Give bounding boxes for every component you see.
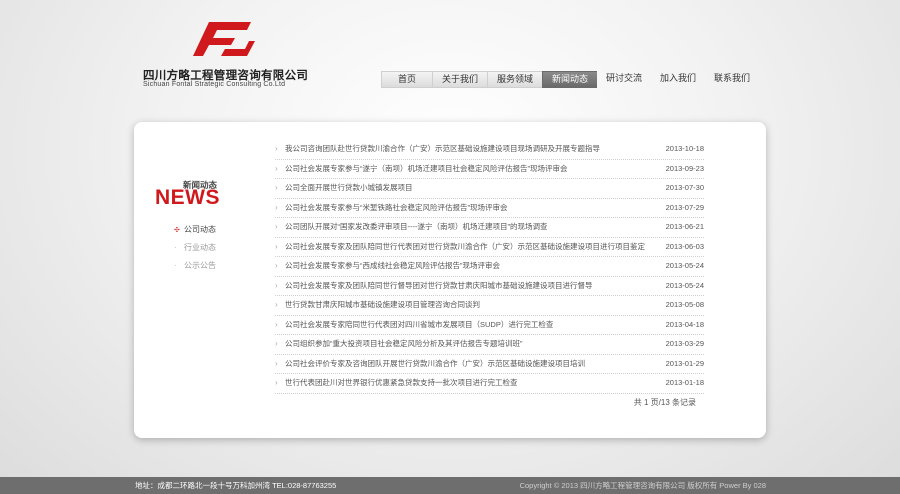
bullet-icon: · <box>174 261 177 270</box>
news-row[interactable]: › 我公司咨询团队赴世行贷款川渝合作（广安）示范区基础设施建设项目现场调研及开展专… <box>275 140 704 160</box>
news-row[interactable]: › 公司社会发展专家参与“米堑铁路社会稳定风险评估报告”现场评审会 2013-07-… <box>275 199 704 218</box>
news-date: 2013-05-24 <box>665 280 704 290</box>
bullet-icon: › <box>275 183 278 192</box>
bullet-icon: › <box>275 163 278 173</box>
bullet-icon: · <box>174 243 177 252</box>
news-row[interactable]: › 公司社会发展专家陪同世行代表团对四川省城市发展项目（SUDP）进行完工检查 20… <box>275 316 704 335</box>
news-date: 2013-06-21 <box>665 222 704 231</box>
news-title[interactable]: 公司社会评价专家及咨询团队开展世行贷款川渝合作（广安）示范区基础设施建设项目培训 <box>285 355 585 374</box>
news-row[interactable]: › 公司团队开展对“国家发改委评审项目----遂宁（南坝）机场迁建项目”的现场调查… <box>275 218 704 238</box>
bullet-icon: › <box>275 280 278 290</box>
sidebar-item-label: 公示公告 <box>184 261 216 270</box>
news-date: 2013-04-18 <box>665 319 704 329</box>
nav-contact[interactable]: 联系我们 <box>705 71 759 86</box>
news-title[interactable]: 公司社会发展专家及团队陪同世行督导团对世行贷款甘肃庆阳城市基础设施建设项目进行督… <box>285 277 593 296</box>
news-title[interactable]: 公司社会发展专家参与“米堑铁路社会稳定风险评估报告”现场评审会 <box>285 199 508 218</box>
sidebar-title-en: NEWS <box>155 186 220 209</box>
sidebar-menu: ✣ 公司动态 · 行业动态 · 公示公告 <box>174 221 216 275</box>
bullet-icon: › <box>275 358 278 368</box>
news-date: 2013-05-08 <box>665 300 704 309</box>
news-row[interactable]: › 公司社会评价专家及咨询团队开展世行贷款川渝合作（广安）示范区基础设施建设项目培… <box>275 355 704 374</box>
nav-join[interactable]: 加入我们 <box>651 71 705 86</box>
news-date: 2013-03-29 <box>665 339 704 348</box>
news-title[interactable]: 公司社会发展专家陪同世行代表团对四川省城市发展项目（SUDP）进行完工检查 <box>285 316 553 335</box>
news-date: 2013-05-24 <box>665 261 704 270</box>
logo-mark-icon <box>193 22 255 56</box>
news-title[interactable]: 公司社会发展专家参与“西成线社会稳定风险评估报告”现场评审会 <box>285 257 500 276</box>
nav-about[interactable]: 关于我们 <box>432 71 487 88</box>
news-row[interactable]: › 公司全面开展世行贷款小城镇发展项目 2013-07-30 <box>275 179 704 199</box>
news-row[interactable]: › 公司组织参加“重大投资项目社会稳定风险分析及其评估报告专题培训班” 2013-0… <box>275 335 704 355</box>
bullet-icon: › <box>275 339 278 348</box>
news-list: › 我公司咨询团队赴世行贷款川渝合作（广安）示范区基础设施建设项目现场调研及开展专… <box>275 140 704 394</box>
news-title[interactable]: 世行代表团赴川对世界银行优惠紧急贷款支持一批次项目进行完工检查 <box>285 374 518 393</box>
footer-address: 地址：成都二环路北一段十号万科加州湾 TEL:028-87763255 <box>135 481 337 490</box>
footer-copyright: Copyright © 2013 四川方略工程管理咨询有限公司 版权所有 Pow… <box>519 481 766 490</box>
sidebar-item-label: 行业动态 <box>184 243 216 252</box>
news-date: 2013-01-18 <box>665 378 704 387</box>
bullet-icon: › <box>275 378 278 387</box>
news-title[interactable]: 我公司咨询团队赴世行贷款川渝合作（广安）示范区基础设施建设项目现场调研及开展专题… <box>285 140 600 159</box>
news-date: 2013-07-29 <box>665 202 704 212</box>
news-date: 2013-10-18 <box>665 144 704 153</box>
footer: 地址：成都二环路北一段十号万科加州湾 TEL:028-87763255 Copy… <box>0 477 900 494</box>
pagination-info: 共 1 页/13 条记录 <box>633 398 696 407</box>
news-title[interactable]: 公司社会发展专家参与“遂宁（南坝）机场迁建项目社会稳定风险评估报告”现场评审会 <box>285 160 568 179</box>
sidebar: 新闻动态 NEWS ✣ 公司动态 · 行业动态 · 公示公告 <box>134 122 268 438</box>
news-row[interactable]: › 世行代表团赴川对世界银行优惠紧急贷款支持一批次项目进行完工检查 2013-01-… <box>275 374 704 394</box>
nav-services[interactable]: 服务领域 <box>487 71 542 88</box>
sidebar-item-announcements[interactable]: · 公示公告 <box>174 257 216 275</box>
bullet-icon: › <box>275 241 278 251</box>
news-row[interactable]: › 公司社会发展专家及团队陪同世行督导团对世行贷款甘肃庆阳城市基础设施建设项目进行… <box>275 277 704 296</box>
bullet-icon: › <box>275 202 278 212</box>
news-title[interactable]: 公司团队开展对“国家发改委评审项目----遂宁（南坝）机场迁建项目”的现场调查 <box>285 218 547 237</box>
bullet-icon: › <box>275 144 278 153</box>
sidebar-item-company-news[interactable]: ✣ 公司动态 <box>174 221 216 239</box>
nav-seminar[interactable]: 研讨交流 <box>597 71 651 86</box>
sidebar-item-label: 公司动态 <box>184 225 216 234</box>
news-date: 2013-06-03 <box>665 241 704 251</box>
sidebar-item-industry-news[interactable]: · 行业动态 <box>174 239 216 257</box>
nav-home[interactable]: 首页 <box>381 71 432 88</box>
content-card: 新闻动态 NEWS ✣ 公司动态 · 行业动态 · 公示公告 › 我公司咨询团队赴世行贷… <box>134 122 766 438</box>
news-date: 2013-01-29 <box>665 358 704 368</box>
news-row[interactable]: › 世行贷款甘肃庆阳城市基础设施建设项目管理咨询合同谈判 2013-05-08 <box>275 296 704 316</box>
bullet-icon: › <box>275 300 278 309</box>
news-row[interactable]: › 公司社会发展专家参与“遂宁（南坝）机场迁建项目社会稳定风险评估报告”现场评审会… <box>275 160 704 179</box>
bullet-icon: › <box>275 319 278 329</box>
news-title[interactable]: 公司社会发展专家及团队陪同世行代表团对世行贷款川渝合作（广安）示范区基础设施建设… <box>285 238 645 257</box>
company-name-en: Sichuan Fontal Strategic Consulting Co.L… <box>143 81 286 88</box>
main-nav: 首页 关于我们 服务领域 新闻动态 研讨交流 加入我们 联系我们 <box>381 71 759 88</box>
news-row[interactable]: › 公司社会发展专家及团队陪同世行代表团对世行贷款川渝合作（广安）示范区基础设施建… <box>275 238 704 257</box>
company-logo[interactable]: 四川方略工程管理咨询有限公司 Sichuan Fontal Strategic … <box>143 18 308 88</box>
news-date: 2013-07-30 <box>665 183 704 192</box>
bullet-icon: › <box>275 222 278 231</box>
news-title[interactable]: 世行贷款甘肃庆阳城市基础设施建设项目管理咨询合同谈判 <box>285 296 480 315</box>
news-title[interactable]: 公司组织参加“重大投资项目社会稳定风险分析及其评估报告专题培训班” <box>285 335 523 354</box>
news-row[interactable]: › 公司社会发展专家参与“西成线社会稳定风险评估报告”现场评审会 2013-05-2… <box>275 257 704 277</box>
news-date: 2013-09-23 <box>665 163 704 173</box>
nav-news[interactable]: 新闻动态 <box>542 71 597 88</box>
news-title[interactable]: 公司全面开展世行贷款小城镇发展项目 <box>285 179 413 198</box>
bullet-icon: › <box>275 261 278 270</box>
active-marker-icon: ✣ <box>174 227 180 234</box>
